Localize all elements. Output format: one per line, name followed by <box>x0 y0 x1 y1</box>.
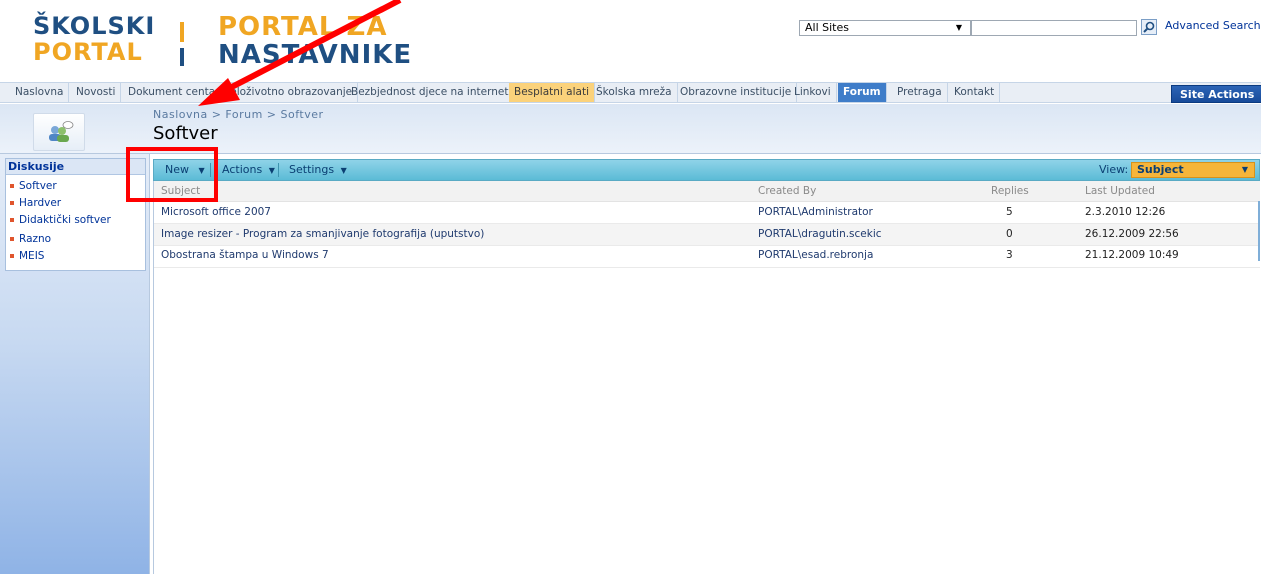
search-button[interactable] <box>1141 19 1157 35</box>
nav-skolska-mreza[interactable]: Školska mreža <box>591 83 678 102</box>
view-select-value: Subject <box>1137 163 1184 176</box>
quick-launch-item-softver[interactable]: Softver <box>10 180 57 192</box>
logo-divider <box>180 48 184 66</box>
search-input[interactable] <box>971 20 1137 36</box>
bullet-icon <box>10 184 14 188</box>
nav-naslovna[interactable]: Naslovna <box>10 83 70 102</box>
page-title: Softver <box>153 123 218 144</box>
nav-linkovi[interactable]: Linkovi <box>789 83 837 102</box>
search-icon <box>1143 21 1155 33</box>
quick-launch-label: Hardver <box>19 197 62 209</box>
search-scope-value: All Sites <box>805 21 849 34</box>
nav-bezbjednost-djece[interactable]: Bezbjednost djece na internetu <box>346 83 522 102</box>
actions-menu-button[interactable]: Actions ▼ <box>222 160 275 180</box>
quick-launch-label: MEIS <box>19 250 45 262</box>
view-label: View: <box>1099 163 1129 176</box>
dropdown-arrow-icon: ▼ <box>1241 165 1248 174</box>
row-subject-link[interactable]: Image resizer - Program za smanjivanje f… <box>161 228 484 240</box>
toolbar-separator <box>278 163 279 177</box>
column-header-created-by[interactable]: Created By <box>758 185 816 197</box>
row-created-by-link[interactable]: PORTAL\esad.rebronja <box>758 249 873 261</box>
logo-divider <box>180 22 184 42</box>
nav-dokument-centar[interactable]: Dokument centar <box>123 83 226 102</box>
column-header-replies[interactable]: Replies <box>991 185 1029 197</box>
bullet-icon <box>10 237 14 241</box>
quick-launch-item-didakticki-softver[interactable]: Didaktički softver <box>10 214 111 226</box>
portal-logo-line2: NASTAVNIKE <box>218 40 413 70</box>
nav-besplatni-alati[interactable]: Besplatni alati <box>509 83 595 102</box>
nav-obrazovne-institucije[interactable]: Obrazovne institucije <box>675 83 798 102</box>
quick-launch-item-razno[interactable]: Razno <box>10 233 51 245</box>
row-replies: 0 <box>1006 228 1013 240</box>
row-created-by-link[interactable]: PORTAL\dragutin.scekic <box>758 228 882 240</box>
bullet-icon <box>10 218 14 222</box>
row-replies: 5 <box>1006 206 1013 218</box>
discussion-board-icon <box>33 113 85 151</box>
site-actions-label: Site Actions <box>1180 88 1255 101</box>
search-scope-select[interactable]: All Sites ▼ <box>799 20 971 36</box>
people-icon <box>49 121 74 142</box>
quick-launch-label: Softver <box>19 180 57 192</box>
row-last-updated: 26.12.2009 22:56 <box>1085 228 1179 240</box>
logo-text-line2: PORTAL <box>33 38 143 66</box>
site-header: ŠKOLSKI PORTAL PORTAL ZA NASTAVNIKE All … <box>0 0 1261 82</box>
site-actions-button[interactable]: Site Actions ▼ <box>1171 85 1261 118</box>
quick-launch-label: Didaktički softver <box>19 214 111 226</box>
list-edge-accent <box>1258 201 1260 261</box>
bullet-icon <box>10 201 14 205</box>
column-header-last-updated[interactable]: Last Updated <box>1085 185 1155 197</box>
portal-logo-line1: PORTAL ZA <box>218 12 388 42</box>
annotation-highlight-box <box>126 147 218 202</box>
dropdown-arrow-icon: ▼ <box>955 23 962 32</box>
nav-kontakt[interactable]: Kontakt <box>949 83 1001 102</box>
list-toolbar: New ▼ Actions ▼ Settings ▼ <box>153 159 1260 181</box>
quick-launch-heading[interactable]: Diskusije <box>6 159 145 175</box>
quick-launch-item-hardver[interactable]: Hardver <box>10 197 61 209</box>
top-navigation: Naslovna Novosti Dokument centar Cjeloži… <box>0 82 1261 103</box>
chevron-down-icon: ▼ <box>268 166 275 175</box>
view-select[interactable]: Subject ▼ <box>1131 162 1255 178</box>
nav-novosti[interactable]: Novosti <box>71 83 122 102</box>
chevron-down-icon: ▼ <box>340 166 347 175</box>
bullet-icon <box>10 254 14 258</box>
actions-label: Actions <box>222 163 263 176</box>
nav-cjelozivotno-obrazovanje[interactable]: Cjeloživotno obrazovanje <box>215 83 359 102</box>
row-replies: 3 <box>1006 249 1013 261</box>
row-last-updated: 2.3.2010 12:26 <box>1085 206 1166 218</box>
nav-pretraga[interactable]: Pretraga <box>892 83 948 102</box>
quick-launch-item-meis[interactable]: MEIS <box>10 250 44 262</box>
row-last-updated: 21.12.2009 10:49 <box>1085 249 1179 261</box>
row-subject-link[interactable]: Microsoft office 2007 <box>161 206 271 218</box>
advanced-search-link[interactable]: Advanced Search <box>1165 19 1261 32</box>
quick-launch-label: Razno <box>19 233 52 245</box>
logo-text-line1: ŠKOLSKI <box>33 12 156 40</box>
nav-forum[interactable]: Forum <box>838 83 887 102</box>
row-subject-link[interactable]: Obostrana štampa u Windows 7 <box>161 249 329 261</box>
settings-label: Settings <box>289 163 335 176</box>
breadcrumb[interactable]: Naslovna > Forum > Softver <box>153 108 324 121</box>
row-created-by-link[interactable]: PORTAL\Administrator <box>758 206 873 218</box>
settings-menu-button[interactable]: Settings ▼ <box>289 160 347 180</box>
